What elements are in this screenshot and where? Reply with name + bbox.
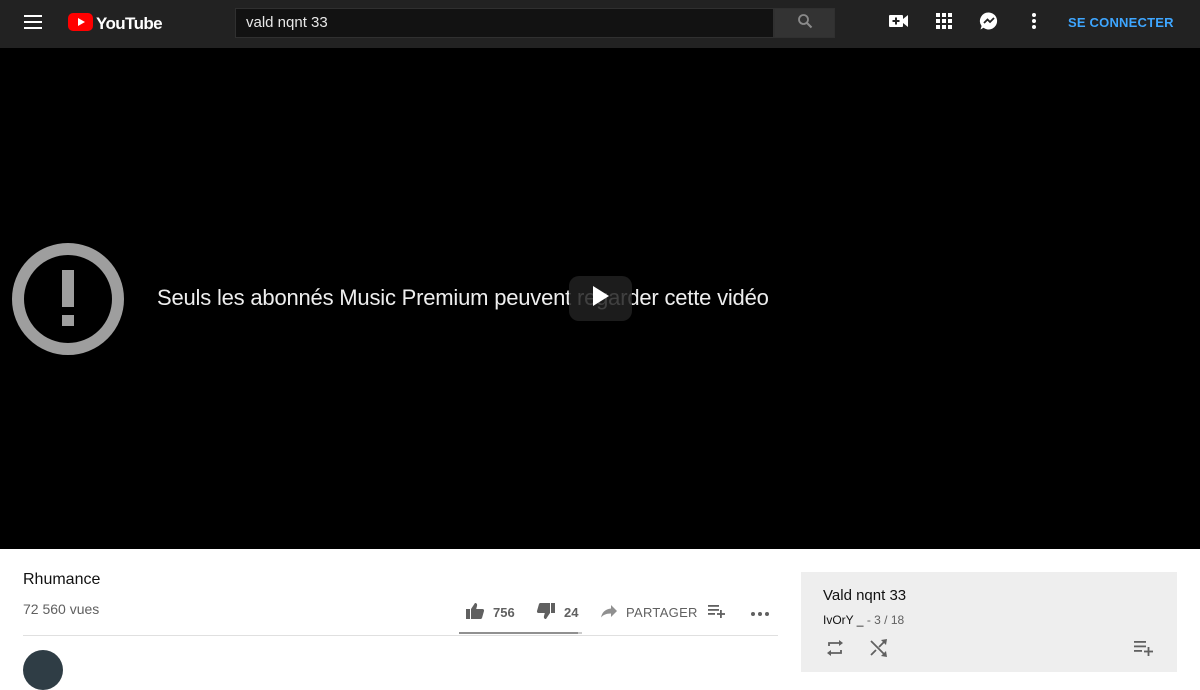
shuffle-icon: [869, 638, 889, 662]
more-actions-button[interactable]: [750, 600, 770, 624]
share-arrow-icon: [600, 604, 618, 621]
messages-button[interactable]: [977, 11, 1001, 35]
like-count: 756: [493, 604, 515, 620]
error-icon: [10, 241, 126, 357]
video-player[interactable]: Seuls les abonnés Music Premium peuvent …: [0, 48, 1200, 549]
video-camera-add-icon: [888, 13, 910, 34]
playlist-position: 3 / 18: [874, 613, 905, 627]
thumbs-up-icon: [465, 602, 485, 623]
playlist-save-button[interactable]: [1131, 638, 1155, 662]
playback-error-message: Seuls les abonnés Music Premium peuvent …: [157, 285, 769, 310]
more-vertical-icon: [1031, 12, 1037, 35]
info-divider: [23, 635, 778, 636]
playlist-add-icon: [1133, 640, 1153, 661]
view-count: 72 560 vues: [23, 601, 100, 617]
youtube-logo[interactable]: YouTube: [68, 12, 163, 36]
like-button[interactable]: 756: [465, 600, 515, 624]
shuffle-playlist-button[interactable]: [867, 638, 891, 662]
apps-button[interactable]: [932, 11, 956, 35]
logo-text: YouTube: [96, 14, 163, 33]
settings-menu-button[interactable]: [1022, 11, 1046, 35]
share-label: PARTAGER: [626, 604, 698, 620]
search-button[interactable]: [774, 8, 835, 38]
top-bar: YouTube vald nqnt 33 SE CONNECTER: [0, 0, 1200, 48]
video-title: Rhumance: [23, 571, 101, 588]
search-input[interactable]: vald nqnt 33: [235, 8, 774, 38]
share-button[interactable]: PARTAGER: [600, 600, 698, 624]
more-horizontal-icon: [750, 605, 770, 620]
play-icon: [591, 285, 611, 312]
dislike-count: 24: [564, 604, 579, 620]
dislike-button[interactable]: 24: [536, 600, 578, 624]
apps-grid-icon: [935, 12, 953, 35]
create-video-button[interactable]: [887, 11, 911, 35]
channel-avatar[interactable]: [23, 650, 63, 690]
save-to-playlist-button[interactable]: [707, 600, 725, 624]
search-icon: [797, 13, 813, 34]
thumbs-down-icon: [536, 602, 556, 623]
playlist-owner[interactable]: IvOrY _: [823, 613, 863, 627]
playlist-title[interactable]: Vald nqnt 33: [823, 587, 906, 605]
messages-icon: [979, 11, 999, 36]
loop-playlist-button[interactable]: [823, 638, 847, 662]
like-ratio-bar: [459, 632, 582, 634]
playlist-panel: Vald nqnt 33 IvOrY _ - 3 / 18: [801, 572, 1177, 672]
menu-icon: [22, 14, 44, 35]
play-button[interactable]: [569, 276, 632, 321]
playlist-add-icon: [707, 604, 725, 621]
loop-icon: [825, 639, 845, 662]
playlist-meta: IvOrY _ - 3 / 18: [823, 613, 904, 627]
menu-button[interactable]: [20, 12, 46, 36]
sign-in-button[interactable]: SE CONNECTER: [1068, 14, 1174, 32]
youtube-play-logo-icon: [68, 12, 93, 36]
